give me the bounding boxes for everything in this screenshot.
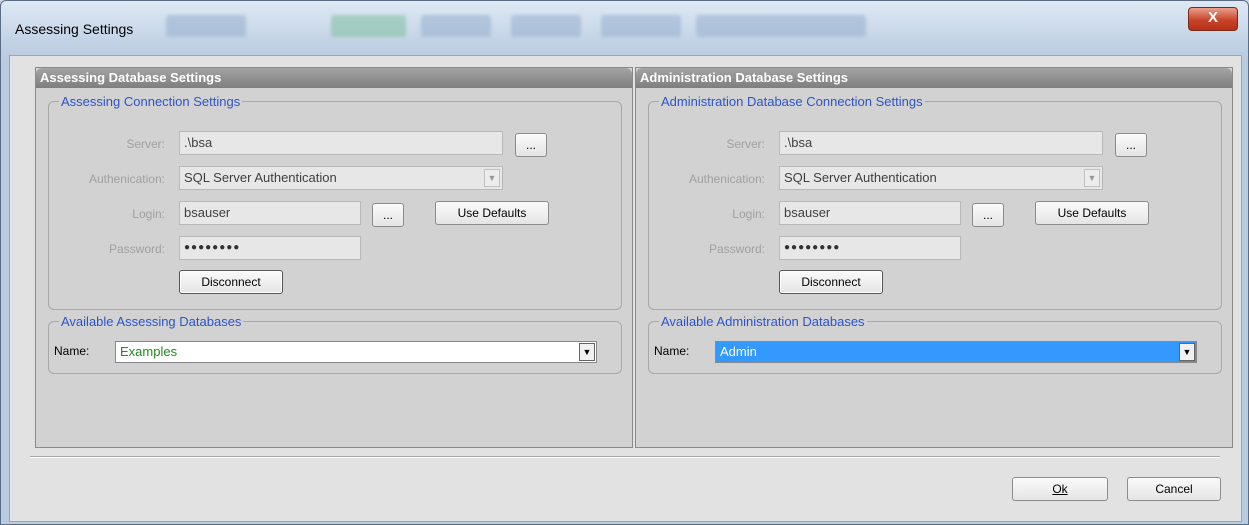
server-label: Server: [126,137,165,151]
ok-label: Ok [1052,482,1068,496]
login-field[interactable]: bsauser [779,201,961,225]
server-browse-button[interactable]: ... [515,133,547,157]
assessing-database-value: Examples [120,344,178,359]
assessing-databases-legend: Available Assessing Databases [61,314,242,329]
assessing-panel-header: Assessing Database Settings [36,68,632,88]
cancel-label: Cancel [1155,482,1193,496]
server-field[interactable]: .\bsa [779,131,1103,155]
administration-connection-legend: Administration Database Connection Setti… [661,94,923,109]
footer-divider [30,456,1220,458]
ok-button[interactable]: Ok [1012,477,1108,501]
administration-databases-group: Available Administration Databases Name:… [648,314,1222,374]
close-icon: X [1207,9,1218,26]
administration-panel-header: Administration Database Settings [636,68,1232,88]
server-browse-button[interactable]: ... [1115,133,1147,157]
dialog-client-area: Assessing Database Settings Assessing Co… [9,55,1242,522]
blurred-title-segment [331,15,406,37]
blurred-title-segment [421,15,491,37]
server-label: Server: [726,137,765,151]
login-label: Login: [732,207,765,221]
assessing-databases-group: Available Assessing Databases Name: Exam… [48,314,622,374]
use-defaults-button[interactable]: Use Defaults [435,201,549,225]
blurred-title-segment [511,15,581,37]
login-label: Login: [132,207,165,221]
disconnect-button[interactable]: Disconnect [179,270,283,294]
password-label: Password: [108,242,165,256]
assessing-database-select[interactable]: Examples ▼ [115,341,597,363]
chevron-down-icon[interactable]: ▼ [579,343,595,361]
login-browse-button[interactable]: ... [372,203,404,227]
administration-database-value: Admin [720,344,757,359]
chevron-down-icon[interactable]: ▼ [484,169,500,187]
login-browse-button[interactable]: ... [972,203,1004,227]
blurred-title-segment [166,15,246,37]
administration-databases-legend: Available Administration Databases [661,314,865,329]
close-button[interactable]: X [1188,7,1238,31]
server-field[interactable]: .\bsa [179,131,503,155]
title-bar[interactable]: Assessing Settings X [1,1,1248,53]
disconnect-label: Disconnect [801,275,861,289]
cancel-button[interactable]: Cancel [1127,477,1221,501]
administration-database-select[interactable]: Admin ▼ [715,341,1197,363]
chevron-down-icon[interactable]: ▼ [1084,169,1100,187]
window-title: Assessing Settings [15,21,134,37]
assessing-panel: Assessing Database Settings Assessing Co… [35,67,633,448]
authentication-value: SQL Server Authentication [784,170,937,185]
blurred-title-segment [696,15,866,37]
use-defaults-button[interactable]: Use Defaults [1035,201,1149,225]
password-field[interactable]: ●●●●●●●● [179,236,361,260]
password-field[interactable]: ●●●●●●●● [779,236,961,260]
name-label: Name: [54,344,90,358]
administration-connection-group: Administration Database Connection Setti… [648,94,1222,310]
authentication-label: Authenication: [688,172,765,186]
assessing-connection-group: Assessing Connection Settings Server: .\… [48,94,622,310]
authentication-value: SQL Server Authentication [184,170,337,185]
authentication-label: Authenication: [88,172,165,186]
blurred-title-segment [601,15,681,37]
authentication-combo[interactable]: SQL Server Authentication ▼ [179,166,503,190]
authentication-combo[interactable]: SQL Server Authentication ▼ [779,166,1103,190]
chevron-down-icon[interactable]: ▼ [1179,343,1195,361]
name-label: Name: [654,344,690,358]
disconnect-button[interactable]: Disconnect [779,270,883,294]
assessing-connection-legend: Assessing Connection Settings [61,94,241,109]
password-label: Password: [708,242,765,256]
administration-panel: Administration Database Settings Adminis… [635,67,1233,448]
disconnect-label: Disconnect [201,275,261,289]
settings-window: Assessing Settings X Assessing Database … [0,0,1249,525]
login-field[interactable]: bsauser [179,201,361,225]
